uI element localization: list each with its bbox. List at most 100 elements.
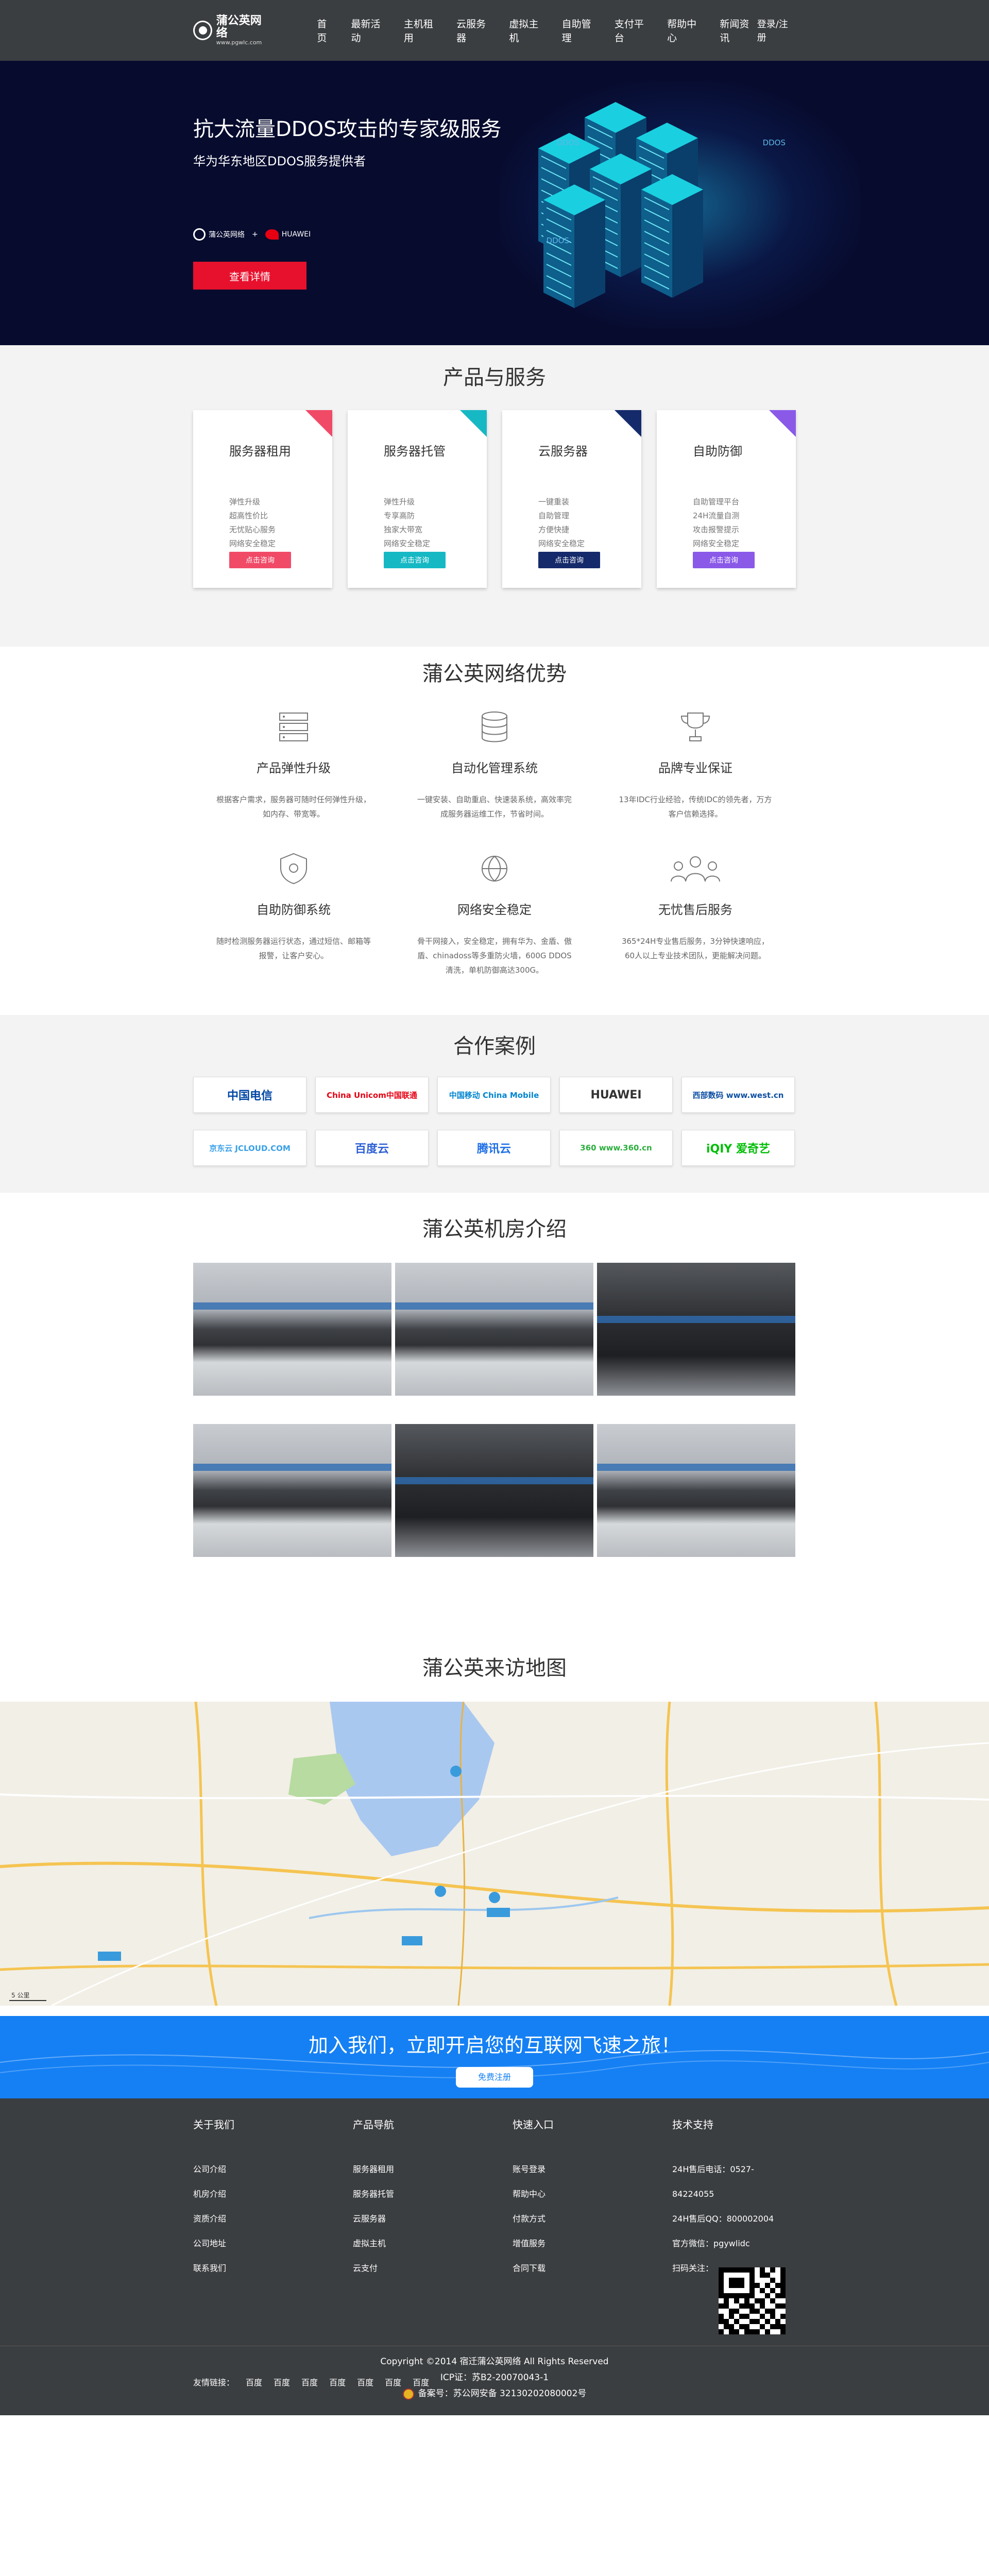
footer-link[interactable]: 服务器租用 bbox=[353, 2157, 513, 2182]
partner-logo[interactable]: 中国移动 China Mobile bbox=[437, 1077, 551, 1113]
nav-item[interactable]: 新闻资讯 bbox=[720, 16, 757, 44]
feature-item: 弹性升级 bbox=[229, 497, 261, 506]
footer-link[interactable]: 帮助中心 bbox=[513, 2182, 672, 2207]
friend-link[interactable]: 百度 bbox=[246, 2376, 262, 2388]
ddos-tag: DDOS bbox=[556, 138, 579, 147]
footer-link[interactable]: 机房介绍 bbox=[193, 2182, 353, 2207]
footer-link[interactable]: 云支付 bbox=[353, 2256, 513, 2281]
product-features: 弹性升级 专享高防 独家大带宽 网络安全稳定 bbox=[384, 495, 487, 551]
datacenter-photo bbox=[395, 1424, 593, 1557]
main-menu: 首页 最新活动 主机租用 云服务器 虚拟主机 自助管理 支付平台 帮助中心 新闻资讯 bbox=[317, 16, 757, 44]
advantage-desc: 骨干网接入，安全稳定，拥有华为、金盾、傲盾、chinadoss等多重防火墙，60… bbox=[417, 937, 572, 975]
footer-column-title: 快速入口 bbox=[513, 2119, 554, 2131]
footer-link[interactable]: 付款方式 bbox=[513, 2207, 672, 2231]
nav-item[interactable]: 帮助中心 bbox=[667, 16, 704, 44]
footer-link[interactable]: 云服务器 bbox=[353, 2207, 513, 2231]
partner-logo[interactable]: 360 www.360.cn bbox=[559, 1130, 673, 1166]
advantage-name: 网络安全稳定 bbox=[457, 903, 532, 917]
map-marker-icon bbox=[435, 1886, 446, 1897]
footer-link[interactable]: 合同下载 bbox=[513, 2256, 672, 2281]
card-corner-accent bbox=[305, 410, 332, 437]
advantage-item: 产品弹性升级 根据客户需求，服务器可随时任何弹性升级，如内存、带宽等。 bbox=[193, 706, 394, 848]
footer-column: 产品导航 服务器租用 服务器托管 云服务器 虚拟主机 云支付 bbox=[353, 2116, 513, 2334]
product-name: 服务器托管 bbox=[384, 444, 446, 459]
feature-item: 专享高防 bbox=[384, 511, 415, 520]
partner-logo[interactable]: iQIY 爱奇艺 bbox=[681, 1130, 795, 1166]
partner-logo-text: 中国电信 bbox=[227, 1090, 272, 1103]
feature-item: 方便快捷 bbox=[538, 525, 570, 534]
partner-logo[interactable]: 腾讯云 bbox=[437, 1130, 551, 1166]
nav-item[interactable]: 自助管理 bbox=[562, 16, 599, 44]
nav-item[interactable]: 首页 bbox=[317, 16, 335, 44]
footer-link[interactable]: 增值服务 bbox=[513, 2231, 672, 2256]
footer-link[interactable]: 账号登录 bbox=[513, 2157, 672, 2182]
consult-button[interactable]: 点击咨询 bbox=[538, 552, 600, 568]
server-stack-icon bbox=[193, 706, 394, 748]
advantage-desc: 13年IDC行业经验，传统IDC的领先者，万方客户信赖选择。 bbox=[619, 795, 772, 819]
consult-button[interactable]: 点击咨询 bbox=[229, 552, 291, 568]
view-details-button[interactable]: 查看详情 bbox=[193, 262, 306, 290]
huawei-partner-logo: HUAWEI bbox=[265, 229, 311, 240]
footer-link[interactable]: 联系我们 bbox=[193, 2256, 353, 2281]
footer-link[interactable]: 虚拟主机 bbox=[353, 2231, 513, 2256]
friend-links-label: 友情链接： bbox=[193, 2378, 235, 2387]
partner-logo[interactable]: 西部数码 www.west.cn bbox=[681, 1077, 795, 1113]
footer-link[interactable]: 公司介绍 bbox=[193, 2157, 353, 2182]
partner-logo-text: 百度云 bbox=[354, 1143, 389, 1156]
map-marker-icon bbox=[489, 1892, 500, 1903]
friend-link[interactable]: 百度 bbox=[329, 2376, 346, 2388]
police-badge-icon bbox=[402, 2388, 414, 2400]
site-logo[interactable]: 蒲公英网络 www.pgwlc.com bbox=[193, 14, 270, 46]
partner-logo-text: iQIY 爱奇艺 bbox=[706, 1143, 771, 1156]
police-record[interactable]: 备案号：苏公网安备 32130202080002号 bbox=[402, 2386, 586, 2402]
visit-map[interactable]: 5 公里 bbox=[0, 1702, 989, 2006]
idc-section: 蒲公英机房介绍 bbox=[0, 1193, 989, 1651]
friend-link[interactable]: 百度 bbox=[413, 2376, 429, 2388]
friend-link[interactable]: 百度 bbox=[274, 2376, 290, 2388]
product-name: 云服务器 bbox=[538, 444, 588, 459]
idc-title: 蒲公英机房介绍 bbox=[422, 1217, 567, 1241]
advantage-name: 自动化管理系统 bbox=[451, 761, 538, 775]
friend-link[interactable]: 百度 bbox=[357, 2376, 373, 2388]
footer-link[interactable]: 资质介绍 bbox=[193, 2207, 353, 2231]
free-register-button[interactable]: 免费注册 bbox=[456, 2067, 533, 2088]
feature-item: 攻击报警提示 bbox=[693, 525, 740, 534]
map-scale: 5 公里 bbox=[11, 1992, 30, 1999]
advantage-item: 品牌专业保证 13年IDC行业经验，传统IDC的领先者，万方客户信赖选择。 bbox=[595, 706, 796, 848]
consult-button[interactable]: 点击咨询 bbox=[384, 552, 446, 568]
server-rack-icon bbox=[543, 184, 605, 308]
product-cards: 服务器租用 弹性升级 超高性价比 无忧贴心服务 网络安全稳定 点击咨询 服务器托管 弹性升级专… bbox=[193, 410, 796, 588]
feature-item: 超高性价比 bbox=[229, 511, 268, 520]
nav-item[interactable]: 支付平台 bbox=[615, 16, 652, 44]
friend-link[interactable]: 百度 bbox=[301, 2376, 318, 2388]
consult-button[interactable]: 点击咨询 bbox=[693, 552, 755, 568]
nav-item[interactable]: 最新活动 bbox=[351, 16, 388, 44]
partner-logo[interactable]: China Unicom中国联通 bbox=[315, 1077, 429, 1113]
feature-item: 网络安全稳定 bbox=[229, 539, 276, 548]
nav-item[interactable]: 主机租用 bbox=[404, 16, 441, 44]
advantage-item: 自动化管理系统 一键安装、自助重启、快速装系统，高效率完成服务器运维工作，节省时间… bbox=[394, 706, 595, 848]
nav-item[interactable]: 虚拟主机 bbox=[509, 16, 546, 44]
partner-logo[interactable]: 百度云 bbox=[315, 1130, 429, 1166]
login-register-link[interactable]: 登录/注册 bbox=[757, 17, 796, 44]
nav-item[interactable]: 云服务器 bbox=[456, 16, 493, 44]
feature-item: 无忧贴心服务 bbox=[229, 525, 276, 534]
friend-link[interactable]: 百度 bbox=[385, 2376, 401, 2388]
footer-link[interactable]: 服务器托管 bbox=[353, 2182, 513, 2207]
map-marker-icon bbox=[450, 1766, 462, 1777]
datacenter-photo bbox=[597, 1263, 795, 1396]
hero-banner: 抗大流量DDOS攻击的专家级服务 华为华东地区DDOS服务提供者 蒲公英网络 +… bbox=[0, 61, 989, 345]
partner-logo-text: China Unicom中国联通 bbox=[327, 1090, 417, 1100]
partner-logo[interactable]: HUAWEI bbox=[559, 1077, 673, 1113]
footer-link[interactable]: 公司地址 bbox=[193, 2231, 353, 2256]
footer-column: 快速入口账号登录 帮助中心 付款方式 增值服务 合同下载 bbox=[513, 2116, 672, 2334]
partner-logo[interactable]: 京东云 JCLOUD.COM bbox=[193, 1130, 306, 1166]
feature-item: 一键重装 bbox=[538, 497, 570, 506]
footer-columns: 关于我们 公司介绍 机房介绍 资质介绍 公司地址 联系我们 产品导航 服务器租用 服务器托管 云服… bbox=[193, 2098, 796, 2334]
footer-link: 24H售后QQ：800002004 bbox=[672, 2214, 774, 2224]
partner-logo[interactable]: 中国电信 bbox=[193, 1077, 306, 1113]
ddos-tag: DDOS bbox=[762, 138, 786, 147]
footer-column-title: 技术支持 bbox=[672, 2119, 713, 2131]
advantage-desc: 随时检测服务器运行状态，通过短信、邮箱等报警，让客户安心。 bbox=[216, 937, 371, 960]
ddos-tag: DDOS bbox=[546, 236, 569, 245]
